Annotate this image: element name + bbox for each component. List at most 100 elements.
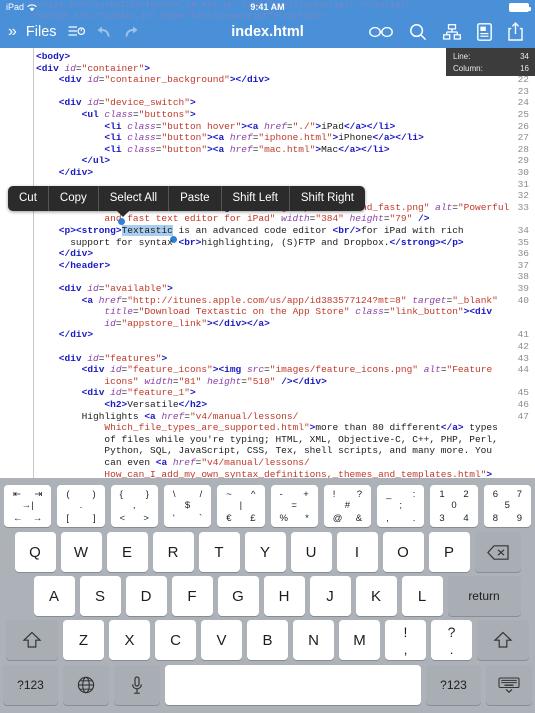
context-menu-item-paste[interactable]: Paste: [169, 186, 222, 211]
key-u[interactable]: U: [290, 532, 332, 572]
key-p[interactable]: P: [428, 532, 470, 572]
code-token: /></: [275, 375, 305, 387]
on-screen-keyboard[interactable]: ⇤ ⇥ →| ← → (). [] {}, < > \ / $ ' ` ~ ^ | € £ - + =% *!? # @ & _:;,…: [0, 478, 535, 713]
code-token: div: [70, 167, 88, 178]
key-j[interactable]: J: [309, 576, 351, 616]
key-x[interactable]: X: [109, 620, 150, 660]
redo-arrow-icon[interactable]: [123, 25, 139, 39]
symbols-key[interactable]: !? # @ &: [323, 484, 372, 527]
context-menu-item-cut[interactable]: Cut: [8, 186, 49, 211]
key-w[interactable]: W: [60, 532, 102, 572]
key-question-period[interactable]: ?.: [431, 620, 472, 660]
key-o[interactable]: O: [382, 532, 424, 572]
key-i[interactable]: I: [336, 532, 378, 572]
currency-key[interactable]: ~ ^ | € £: [217, 484, 265, 527]
key-s[interactable]: S: [79, 576, 121, 616]
key-e[interactable]: E: [106, 532, 148, 572]
code-editor[interactable]: 2021222324252627282930313233343536373839…: [0, 48, 535, 478]
key-h[interactable]: H: [263, 576, 305, 616]
key-c[interactable]: C: [155, 620, 196, 660]
code-token: height: [349, 213, 384, 225]
search-icon[interactable]: [409, 23, 427, 41]
keyboard-row-3[interactable]: Z X C V B N M!,?.: [0, 618, 535, 662]
key-a[interactable]: A: [33, 576, 75, 616]
key-k[interactable]: K: [355, 576, 397, 616]
context-menu-item-shift-left[interactable]: Shift Left: [222, 186, 290, 211]
source-code-text[interactable]: <body> <div id="container"> <div id="cont…: [36, 48, 535, 478]
key-exclamation-comma[interactable]: !,: [385, 620, 426, 660]
context-menu-item-select-all[interactable]: Select All: [99, 186, 170, 211]
shift-arrow-icon-left[interactable]: [6, 620, 58, 660]
slash-dollar-key[interactable]: \ / $ ' `: [163, 484, 212, 527]
code-token: "buttons": [138, 109, 190, 120]
selected-text[interactable]: Textastic: [117, 218, 177, 243]
shift-arrow-icon-right[interactable]: [477, 620, 529, 660]
status-bar-right: [509, 3, 531, 12]
code-token: <: [36, 294, 88, 306]
math-key[interactable]: - + =% *: [270, 484, 318, 527]
share-export-icon[interactable]: [508, 22, 523, 41]
accessory-key-glyph: £: [250, 512, 256, 524]
code-token: href: [264, 120, 287, 132]
keyboard-row-4[interactable]: ?123 ?123: [0, 662, 535, 708]
undo-arrow-icon[interactable]: [96, 25, 112, 39]
code-token: >: [264, 317, 270, 329]
numbers-1-key[interactable]: 1 203 4: [430, 484, 478, 527]
selection-handle-start[interactable]: [117, 218, 125, 225]
brackets-key[interactable]: (). []: [57, 484, 105, 527]
code-token: Highlights: [36, 410, 145, 422]
code-token: ></: [435, 236, 453, 248]
hide-keyboard-icon[interactable]: [486, 665, 532, 705]
code-token: more than 80 different: [315, 422, 441, 434]
code-token: "available": [104, 283, 168, 294]
key-z[interactable]: Z: [63, 620, 104, 660]
punctuation-key[interactable]: _:;,.: [377, 484, 425, 527]
code-line: <div id="feature_1">: [36, 387, 196, 399]
tab-arrows-key[interactable]: ⇤ ⇥ →| ← →: [4, 484, 52, 527]
chevron-double-right-icon[interactable]: »: [8, 23, 17, 41]
keyboard-row-2[interactable]: A S D F G H J K Lreturn: [0, 574, 535, 618]
numeric-toggle-right-key[interactable]: ?123: [426, 665, 481, 705]
microphone-icon[interactable]: [114, 665, 160, 705]
code-token: li: [110, 132, 122, 144]
return-key[interactable]: return: [447, 576, 521, 616]
code-token: of files while you're typing; HTML, XML,…: [36, 433, 498, 445]
key-v[interactable]: V: [201, 620, 242, 660]
space-bar-key[interactable]: [165, 665, 421, 705]
edit-context-menu[interactable]: Cut Copy Select All Paste Shift Left Shift Ri…: [8, 186, 365, 211]
code-token: ><: [212, 364, 225, 376]
key-q[interactable]: Q: [14, 532, 56, 572]
keyboard-row-1[interactable]: QWERTYUIOP: [0, 530, 535, 574]
key-b[interactable]: B: [247, 620, 288, 660]
code-token: li: [406, 132, 419, 144]
key-r[interactable]: R: [152, 532, 194, 572]
context-menu-item-copy[interactable]: Copy: [49, 186, 99, 211]
document-icon[interactable]: [477, 22, 492, 41]
code-token: >: [87, 167, 94, 178]
outline-list-icon[interactable]: [68, 25, 85, 39]
context-menu-item-shift-right[interactable]: Shift Right: [290, 186, 365, 211]
key-glyph-secondary: ,: [403, 642, 408, 657]
numeric-toggle-left-key[interactable]: ?123: [3, 665, 58, 705]
globe-language-icon[interactable]: [63, 665, 109, 705]
key-y[interactable]: Y: [244, 532, 286, 572]
key-f[interactable]: F: [171, 576, 213, 616]
key-m[interactable]: M: [339, 620, 380, 660]
keyboard-accessory-row[interactable]: ⇤ ⇥ →| ← → (). [] {}, < > \ / $ ' ` ~ ^ | € £ - + =% *!? # @ & _:;,…: [0, 481, 535, 530]
braces-key[interactable]: {}, < >: [110, 484, 158, 527]
key-t[interactable]: T: [198, 532, 240, 572]
wifi-icon: [27, 3, 37, 12]
backspace-delete-icon[interactable]: [474, 532, 521, 572]
hierarchy-icon[interactable]: [443, 23, 461, 40]
key-n[interactable]: N: [293, 620, 334, 660]
accessory-key-glyph: →|: [21, 499, 34, 511]
key-d[interactable]: D: [125, 576, 167, 616]
numbers-2-key[interactable]: 6 758 9: [483, 484, 531, 527]
files-button[interactable]: Files: [26, 24, 57, 40]
glasses-preview-icon[interactable]: [369, 26, 393, 38]
accessory-key-glyph: 3: [439, 512, 445, 524]
code-line: and fast text editor for iPad" width="38…: [36, 213, 429, 225]
code-token: ><: [70, 225, 82, 236]
key-g[interactable]: G: [217, 576, 259, 616]
key-l[interactable]: L: [401, 576, 443, 616]
